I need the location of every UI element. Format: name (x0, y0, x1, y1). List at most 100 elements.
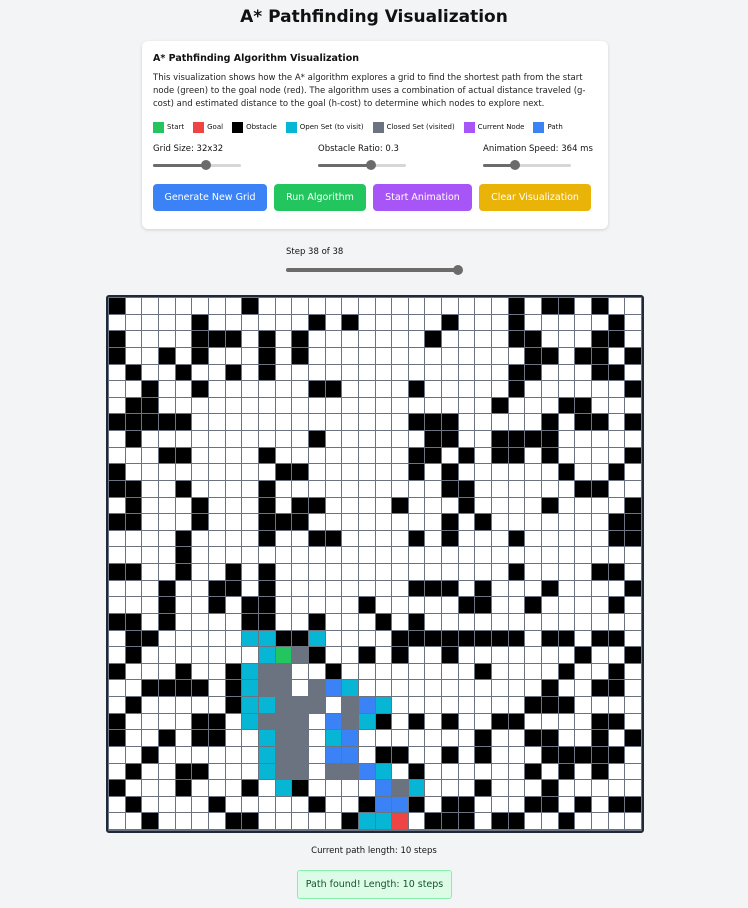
grid-cell[interactable] (158, 547, 175, 563)
grid-cell[interactable] (575, 697, 592, 713)
grid-cell[interactable] (125, 730, 142, 746)
obstacle-cell[interactable] (308, 796, 325, 813)
obstacle-cell[interactable] (575, 746, 592, 763)
obstacle-cell[interactable] (592, 414, 608, 430)
grid-cell[interactable] (492, 697, 508, 713)
grid-cell[interactable] (358, 431, 375, 447)
grid-cell[interactable] (475, 564, 492, 580)
obstacle-cell[interactable] (625, 647, 641, 663)
grid-cell[interactable] (608, 447, 625, 464)
path-cell[interactable] (325, 746, 342, 763)
grid-cell[interactable] (525, 746, 542, 763)
obstacle-cell[interactable] (558, 697, 575, 713)
grid-cell[interactable] (625, 364, 641, 381)
obstacle-cell[interactable] (575, 397, 592, 414)
obstacle-cell[interactable] (109, 347, 125, 364)
obstacle-cell[interactable] (542, 796, 558, 813)
grid-cell[interactable] (558, 381, 575, 397)
grid-cell[interactable] (109, 397, 125, 414)
obstacle-cell[interactable] (175, 663, 192, 680)
obstacle-cell[interactable] (158, 580, 175, 597)
grid-cell[interactable] (175, 580, 192, 597)
grid-cell[interactable] (392, 364, 408, 381)
grid-cell[interactable] (325, 697, 342, 713)
grid-cell[interactable] (458, 397, 475, 414)
grid-cell[interactable] (125, 680, 142, 696)
grid-cell[interactable] (125, 746, 142, 763)
grid-cell[interactable] (492, 647, 508, 663)
grid-cell[interactable] (225, 746, 242, 763)
obstacle-cell[interactable] (592, 763, 608, 780)
grid-cell[interactable] (525, 530, 542, 547)
grid-cell[interactable] (558, 514, 575, 530)
grid-cell[interactable] (575, 530, 592, 547)
obstacle-cell[interactable] (325, 381, 342, 397)
obstacle-cell[interactable] (375, 713, 392, 730)
grid-cell[interactable] (625, 780, 641, 796)
grid-cell[interactable] (175, 730, 192, 746)
grid-cell[interactable] (225, 730, 242, 746)
grid-cell[interactable] (342, 647, 358, 663)
grid-cell[interactable] (542, 613, 558, 630)
closed-set-cell[interactable] (392, 780, 408, 796)
grid-cell[interactable] (109, 580, 125, 597)
grid-cell[interactable] (408, 298, 425, 314)
grid-cell[interactable] (192, 414, 208, 430)
grid-cell[interactable] (492, 730, 508, 746)
open-set-cell[interactable] (258, 730, 275, 746)
grid-cell[interactable] (208, 547, 225, 563)
grid-cell[interactable] (142, 298, 158, 314)
obstacle-cell[interactable] (292, 630, 308, 647)
grid-cell[interactable] (475, 796, 492, 813)
grid-cell[interactable] (208, 514, 225, 530)
obstacle-cell[interactable] (142, 397, 158, 414)
closed-set-cell[interactable] (292, 746, 308, 763)
obstacle-cell[interactable] (608, 464, 625, 480)
grid-cell[interactable] (342, 381, 358, 397)
obstacle-cell[interactable] (125, 497, 142, 514)
grid-cell[interactable] (208, 464, 225, 480)
grid-cell[interactable] (158, 480, 175, 497)
grid-cell[interactable] (375, 530, 392, 547)
obstacle-cell[interactable] (625, 530, 641, 547)
grid-cell[interactable] (292, 813, 308, 829)
obstacle-cell[interactable] (292, 780, 308, 796)
grid-cell[interactable] (109, 314, 125, 331)
grid-cell[interactable] (625, 480, 641, 497)
grid-cell[interactable] (542, 381, 558, 397)
obstacle-cell[interactable] (592, 713, 608, 730)
grid-cell[interactable] (242, 347, 258, 364)
grid-cell[interactable] (475, 530, 492, 547)
obstacle-cell[interactable] (508, 298, 525, 314)
obstacle-cell[interactable] (542, 630, 558, 647)
obstacle-cell[interactable] (192, 497, 208, 514)
grid-cell[interactable] (425, 647, 442, 663)
obstacle-cell[interactable] (625, 447, 641, 464)
obstacle-cell[interactable] (442, 713, 458, 730)
obstacle-cell[interactable] (109, 663, 125, 680)
grid-cell[interactable] (508, 464, 525, 480)
obstacle-cell[interactable] (175, 763, 192, 780)
grid-cell[interactable] (258, 414, 275, 430)
grid-cell[interactable] (358, 381, 375, 397)
grid-cell[interactable] (558, 613, 575, 630)
obstacle-cell[interactable] (225, 564, 242, 580)
grid-cell[interactable] (225, 314, 242, 331)
obstacle-cell[interactable] (542, 730, 558, 746)
grid-cell[interactable] (458, 414, 475, 430)
grid-cell[interactable] (425, 713, 442, 730)
grid-cell[interactable] (592, 464, 608, 480)
grid-cell[interactable] (442, 347, 458, 364)
obstacle-cell[interactable] (525, 431, 542, 447)
grid-cell[interactable] (275, 796, 292, 813)
grid-cell[interactable] (425, 730, 442, 746)
grid-cell[interactable] (342, 431, 358, 447)
grid-cell[interactable] (275, 813, 292, 829)
grid-cell[interactable] (625, 630, 641, 647)
obstacle-cell[interactable] (442, 314, 458, 331)
grid-cell[interactable] (342, 597, 358, 613)
obstacle-cell[interactable] (425, 813, 442, 829)
grid-cell[interactable] (375, 364, 392, 381)
obstacle-cell[interactable] (175, 530, 192, 547)
grid-cell[interactable] (458, 464, 475, 480)
